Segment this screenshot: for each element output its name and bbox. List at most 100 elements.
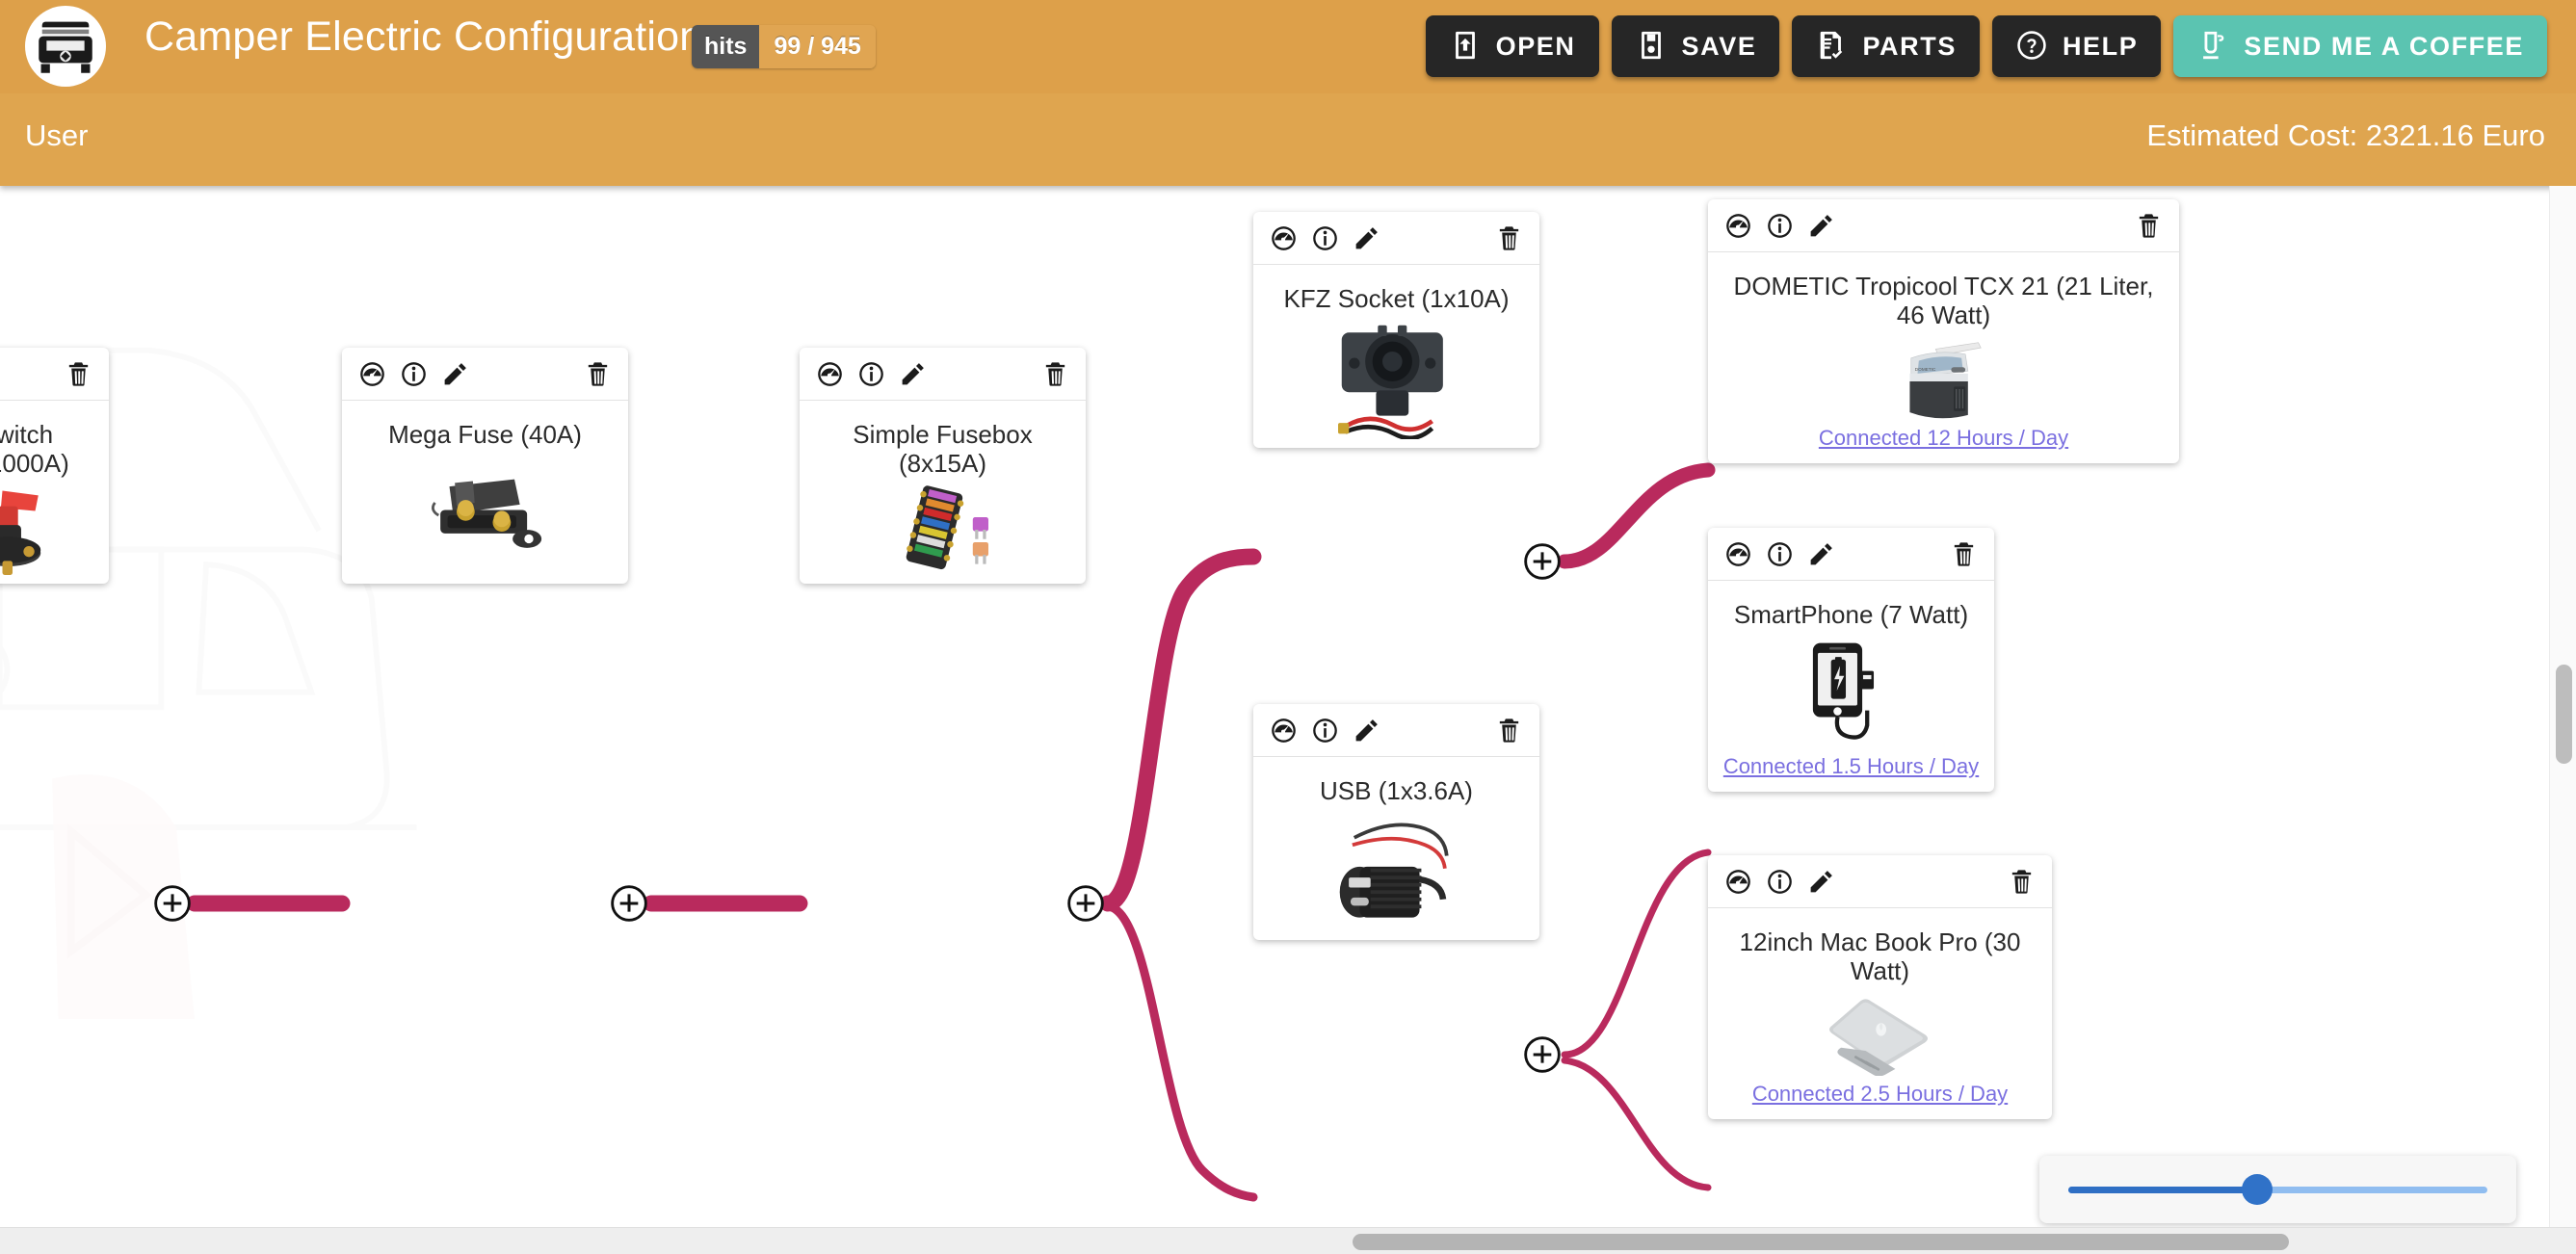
coffee-cup-icon (2196, 29, 2229, 65)
parts-button-label: PARTS (1862, 32, 1957, 62)
card-title: witch (1000A) (0, 401, 109, 479)
app-header: Camper Electric Configuration hits 99 / … (0, 0, 2576, 186)
estimated-cost-label: Estimated Cost: 2321.16 Euro (2146, 118, 2545, 153)
card-title: SmartPhone (7 Watt) (1708, 581, 1994, 630)
connector-fuse-to-fusebox[interactable] (610, 884, 648, 923)
kfz-socket-image (1253, 314, 1539, 448)
trash-icon[interactable] (1041, 360, 1069, 388)
pencil-icon[interactable] (1807, 540, 1835, 568)
save-button-label: SAVE (1682, 32, 1757, 62)
smartphone-charging-image (1708, 630, 1994, 754)
pencil-icon[interactable] (899, 360, 927, 388)
pencil-icon[interactable] (1353, 717, 1380, 745)
connector-battery-to-fuse[interactable] (153, 884, 192, 923)
usb-socket-image (1253, 806, 1539, 940)
mega-fuse-image (342, 450, 628, 584)
gauge-icon[interactable] (358, 360, 386, 388)
connected-hours-link[interactable]: Connected 12 Hours / Day (1708, 426, 2179, 463)
card-header (1253, 704, 1539, 757)
pencil-icon[interactable] (1807, 212, 1835, 240)
card-header (1708, 855, 2052, 908)
macbook-image (1708, 986, 2052, 1082)
card-header (800, 348, 1086, 401)
component-card-dometic-cooler[interactable]: DOMETIC Tropicool TCX 21 (21 Liter, 46 W… (1708, 199, 2179, 463)
trash-icon[interactable] (1495, 224, 1523, 252)
horizontal-scrollbar[interactable] (0, 1227, 2576, 1254)
trash-icon[interactable] (584, 360, 612, 388)
save-disk-icon (1635, 29, 1668, 65)
pencil-icon[interactable] (441, 360, 469, 388)
connector-usb-branch[interactable] (1523, 1035, 1562, 1074)
vertical-scrollbar[interactable] (2549, 186, 2576, 1227)
component-card-mega-fuse[interactable]: Mega Fuse (40A) (342, 348, 628, 584)
connector-fusebox-branch[interactable] (1066, 884, 1105, 923)
user-label: User (25, 118, 88, 153)
header-primary-row: Camper Electric Configuration hits 99 / … (0, 0, 2576, 93)
gauge-icon[interactable] (1724, 212, 1752, 240)
component-card-smartphone[interactable]: SmartPhone (7 Watt) Connected 1.5 Hours … (1708, 528, 1994, 792)
open-file-icon (1449, 29, 1482, 65)
save-button[interactable]: SAVE (1612, 15, 1780, 77)
component-card-battery-switch[interactable]: witch (1000A) (0, 348, 109, 584)
open-button-label: OPEN (1496, 32, 1576, 62)
card-title: DOMETIC Tropicool TCX 21 (21 Liter, 46 W… (1708, 252, 2179, 330)
vertical-scrollbar-thumb[interactable] (2556, 665, 2572, 764)
diagram-canvas[interactable]: witch (1000A) (0, 186, 2549, 1227)
trash-icon[interactable] (2008, 868, 2036, 896)
info-icon[interactable] (1311, 224, 1339, 252)
info-icon[interactable] (1766, 212, 1794, 240)
component-card-usb[interactable]: USB (1x3.6A) (1253, 704, 1539, 940)
info-icon[interactable] (400, 360, 428, 388)
card-title: KFZ Socket (1x10A) (1253, 265, 1539, 314)
app-root: Camper Electric Configuration hits 99 / … (0, 0, 2576, 1254)
hits-badge: hits 99 / 945 (692, 25, 876, 68)
svg-text:DOMETIC: DOMETIC (1914, 367, 1935, 372)
connected-hours-link[interactable]: Connected 1.5 Hours / Day (1708, 754, 1994, 792)
component-card-kfz-socket[interactable]: KFZ Socket (1x10A) (1253, 212, 1539, 448)
trash-icon[interactable] (2135, 212, 2163, 240)
zoom-control-panel (2039, 1156, 2516, 1223)
trash-icon[interactable] (1495, 717, 1523, 745)
gauge-icon[interactable] (816, 360, 844, 388)
page-title: Camper Electric Configuration (145, 13, 702, 61)
fusebox-image (800, 479, 1086, 584)
connector-kfz-to-dometic[interactable] (1523, 542, 1562, 581)
zoom-slider-fill (2068, 1187, 2257, 1193)
help-circle-icon (2015, 29, 2048, 65)
horizontal-scrollbar-thumb[interactable] (1353, 1234, 2289, 1250)
open-button[interactable]: OPEN (1426, 15, 1599, 77)
info-icon[interactable] (857, 360, 885, 388)
cooler-box-image: DOMETIC (1708, 330, 2179, 426)
card-header (0, 348, 109, 401)
trash-icon[interactable] (1950, 540, 1978, 568)
header-toolbar: OPEN SAVE (1426, 15, 2547, 77)
coffee-button-label: SEND ME A COFFEE (2244, 32, 2524, 62)
gauge-icon[interactable] (1270, 224, 1298, 252)
help-button[interactable]: HELP (1992, 15, 2161, 77)
info-icon[interactable] (1766, 540, 1794, 568)
camper-van-icon (25, 6, 106, 87)
info-icon[interactable] (1766, 868, 1794, 896)
zoom-slider[interactable] (2068, 1187, 2487, 1193)
header-secondary-row: User Estimated Cost: 2321.16 Euro (0, 93, 2576, 186)
battery-switch-image (0, 479, 109, 584)
parts-list-icon (1815, 29, 1848, 65)
hits-badge-value: 99 / 945 (759, 25, 875, 68)
zoom-slider-thumb[interactable] (2242, 1174, 2273, 1205)
pencil-icon[interactable] (1353, 224, 1380, 252)
card-title: Mega Fuse (40A) (342, 401, 628, 450)
gauge-icon[interactable] (1724, 868, 1752, 896)
connected-hours-link[interactable]: Connected 2.5 Hours / Day (1708, 1082, 2052, 1119)
component-card-simple-fusebox[interactable]: Simple Fusebox (8x15A) (800, 348, 1086, 584)
card-header (342, 348, 628, 401)
info-icon[interactable] (1311, 717, 1339, 745)
component-card-macbook[interactable]: 12inch Mac Book Pro (30 Watt) Connected … (1708, 855, 2052, 1119)
gauge-icon[interactable] (1724, 540, 1752, 568)
card-header (1708, 528, 1994, 581)
trash-icon[interactable] (65, 360, 92, 388)
send-me-a-coffee-button[interactable]: SEND ME A COFFEE (2173, 15, 2547, 77)
hits-badge-label: hits (692, 25, 759, 68)
gauge-icon[interactable] (1270, 717, 1298, 745)
pencil-icon[interactable] (1807, 868, 1835, 896)
parts-button[interactable]: PARTS (1792, 15, 1980, 77)
